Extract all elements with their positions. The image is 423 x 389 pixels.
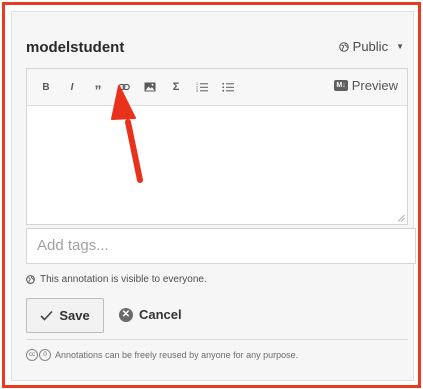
cancel-label: Cancel (139, 307, 182, 322)
annotation-card: modelstudent Public ▼ B I ” Σ 1 2 3 M↓ P… (11, 11, 416, 381)
bold-icon: B (42, 81, 50, 93)
preview-label: Preview (351, 78, 398, 93)
globe-icon (26, 275, 35, 284)
visibility-note: This annotation is visible to everyone. (26, 274, 207, 285)
close-circle-icon: ✕ (119, 307, 133, 322)
globe-icon (338, 41, 349, 52)
link-icon (118, 83, 130, 91)
privacy-label: Public (352, 39, 389, 54)
zero-icon: 0 (39, 349, 51, 361)
bullet-list-icon (222, 82, 234, 92)
license-note: cc 0 Annotations can be freely reused by… (26, 349, 298, 361)
italic-icon: I (70, 81, 74, 93)
resize-handle-icon[interactable] (397, 214, 405, 222)
divider (26, 339, 408, 340)
license-text: Annotations can be freely reused by anyo… (55, 350, 299, 360)
sigma-icon: Σ (172, 81, 180, 93)
quote-icon: ” (94, 81, 102, 98)
cancel-button[interactable]: ✕ Cancel (119, 298, 182, 331)
preview-toggle[interactable]: M↓ Preview (334, 78, 398, 93)
numbered-list-icon: 1 2 3 (196, 82, 208, 93)
link-button[interactable] (111, 74, 137, 100)
annotation-editor: B I ” Σ 1 2 3 M↓ Preview (26, 68, 408, 225)
tags-input[interactable]: Add tags... (26, 228, 416, 264)
privacy-dropdown[interactable]: Public ▼ (338, 39, 404, 54)
save-button[interactable]: Save (26, 298, 104, 333)
quote-button[interactable]: ” (85, 74, 111, 100)
italic-button[interactable]: I (59, 74, 85, 100)
svg-text:3: 3 (196, 89, 198, 93)
highlight-frame: modelstudent Public ▼ B I ” Σ 1 2 3 M↓ P… (2, 2, 421, 388)
cc-icon: cc (26, 349, 38, 361)
annotation-text-input[interactable] (27, 106, 407, 224)
save-label: Save (59, 308, 90, 323)
bullet-list-button[interactable] (215, 74, 241, 100)
visibility-text: This annotation is visible to everyone. (40, 274, 207, 285)
math-button[interactable]: Σ (163, 74, 189, 100)
caret-down-icon: ▼ (396, 42, 404, 51)
markdown-toolbar: B I ” Σ 1 2 3 M↓ Preview (27, 69, 407, 106)
bold-button[interactable]: B (33, 74, 59, 100)
checkmark-icon (40, 310, 53, 321)
image-icon (144, 82, 156, 92)
numbered-list-button[interactable]: 1 2 3 (189, 74, 215, 100)
username: modelstudent (26, 39, 125, 56)
image-button[interactable] (137, 74, 163, 100)
cc-zero-icon: cc 0 (26, 349, 51, 361)
markdown-icon: M↓ (334, 80, 348, 91)
